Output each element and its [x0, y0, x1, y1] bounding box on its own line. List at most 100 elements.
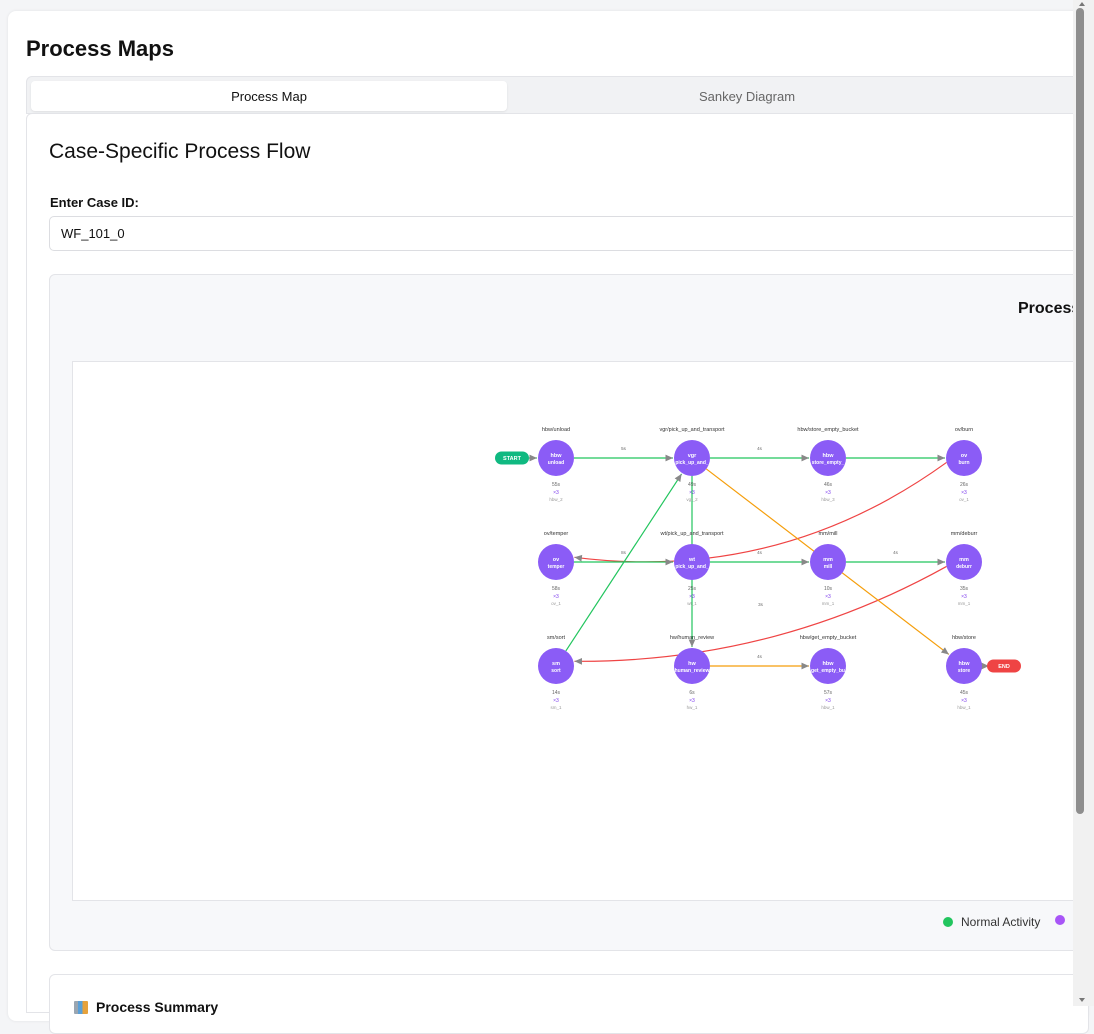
start-node-label: START	[503, 456, 522, 462]
node-activity-short: sort	[551, 668, 561, 674]
node-activity-label: hw/human_review	[670, 635, 714, 641]
node-activity-label: mm/deburr	[951, 531, 978, 537]
node-count: ×3	[961, 594, 967, 600]
scroll-up-arrow-icon[interactable]	[1079, 2, 1085, 6]
node-resource-type: hbw	[959, 661, 971, 667]
scrollbar-thumb[interactable]	[1076, 8, 1084, 814]
node-count: ×3	[825, 490, 831, 496]
node-duration: 25s	[688, 586, 697, 592]
edge-label: 4s	[757, 550, 763, 555]
legend-normal-activity: Normal Activity	[943, 915, 1040, 929]
node-ov_burn[interactable]: ov/burn ovburn 26s ×3ov_1	[946, 427, 982, 502]
start-node: START	[495, 451, 529, 465]
node-hbw_get_empty[interactable]: hbw/get_empty_buckethbwget_empty_bu 57s ×3…	[800, 635, 857, 710]
node-activity-short: store	[958, 668, 970, 674]
node-count: ×3	[689, 698, 695, 704]
bar-chart-icon	[74, 1000, 88, 1014]
node-resource-id: hbw_1	[957, 705, 971, 710]
node-activity-short: deburr	[956, 564, 972, 570]
node-resource-id: hbw_3	[821, 497, 835, 502]
edges-layer: 5s4s8s4s4s3s4s4s	[529, 446, 989, 670]
node-resource-type: sm	[552, 661, 560, 667]
edge-label: 4s	[757, 654, 763, 659]
node-resource-type: ov	[553, 557, 560, 563]
node-activity-short: store_empty_	[812, 460, 845, 466]
scroll-down-arrow-icon[interactable]	[1079, 998, 1085, 1002]
end-node-label: END	[998, 664, 1010, 670]
process-graph[interactable]: 5s4s8s4s4s3s4s4s hbw/unloadhbwunload55s×…	[72, 361, 1073, 900]
node-resource-type: mm	[823, 557, 833, 563]
node-activity-label: mm/mill	[819, 531, 838, 537]
case-id-input[interactable]	[49, 216, 1089, 251]
node-duration: 49s	[688, 482, 697, 488]
legend-dot-green	[943, 917, 953, 927]
node-resource-id: mm_1	[958, 601, 971, 606]
section-title: Case-Specific Process Flow	[49, 140, 311, 163]
node-count: ×3	[689, 594, 695, 600]
node-resource-id: hw_1	[687, 705, 698, 710]
node-duration: 46s	[824, 482, 833, 488]
node-resource-type: hbw	[823, 453, 835, 459]
process-map-title: Process	[1018, 300, 1081, 317]
node-duration: 10s	[824, 586, 833, 592]
node-count: ×3	[553, 698, 559, 704]
edge-label: 4s	[893, 550, 899, 555]
node-activity-short: mill	[824, 564, 833, 570]
node-count: ×3	[553, 594, 559, 600]
edge-mm_deburr-sm_sort	[574, 565, 947, 665]
node-activity-short: burn	[958, 460, 969, 466]
node-activity-label: vgr/pick_up_and_transport	[659, 427, 725, 433]
node-resource-type: vgr	[688, 453, 697, 459]
tab-process-map[interactable]: Process Map	[31, 81, 507, 111]
node-count: ×3	[825, 594, 831, 600]
page-title: Process Maps	[26, 36, 174, 61]
edge-label: 3s	[758, 602, 764, 607]
edge-ov_burn-ov_temper	[574, 461, 947, 563]
node-resource-type: mm	[959, 557, 969, 563]
node-ov_temper[interactable]: ov/temper ovtemper 58s ×3ov_1	[538, 531, 574, 606]
node-vgr_pick[interactable]: vgr/pick_up_and_transportvgrpick_up_and_…	[659, 427, 725, 502]
node-activity-short: unload	[548, 460, 564, 466]
tab-sankey-diagram[interactable]: Sankey Diagram	[509, 81, 985, 111]
node-activity-label: hbw/unload	[542, 427, 570, 433]
node-duration: 57s	[824, 690, 833, 696]
edge-label: 4s	[757, 446, 763, 451]
tab-bar: Process Map Sankey Diagram	[26, 76, 1086, 114]
node-resource-id: hbw_1	[821, 705, 835, 710]
node-resource-id: sm_1	[550, 705, 562, 710]
node-activity-label: ov/temper	[544, 531, 569, 537]
node-count: ×3	[825, 698, 831, 704]
node-count: ×3	[961, 698, 967, 704]
node-mm_mill[interactable]: mm/mill mmmill 10s ×3mm_1	[810, 531, 846, 606]
node-resource-type: hbw	[551, 453, 563, 459]
legend-item-purple	[1055, 915, 1073, 925]
node-resource-type: hbw	[823, 661, 835, 667]
legend-label: Normal Activity	[961, 915, 1041, 929]
node-activity-label: sm/sort	[547, 635, 566, 641]
node-hbw_store_empty[interactable]: hbw/store_empty_buckethbwstore_empty_ 46s…	[797, 427, 859, 502]
node-resource-id: hbw_2	[549, 497, 563, 502]
edge-label: 5s	[621, 446, 627, 451]
end-node: END	[987, 659, 1021, 673]
node-mm_deburr[interactable]: mm/deburr mmdeburr 35s ×3mm_1	[946, 531, 982, 606]
case-id-label: Enter Case ID:	[50, 195, 139, 210]
process-summary-title: Process Summary	[74, 999, 218, 1015]
node-count: ×3	[553, 490, 559, 496]
node-count: ×3	[961, 490, 967, 496]
node-activity-short: pick_up_and_	[675, 564, 709, 570]
node-duration: 14s	[552, 690, 561, 696]
node-resource-id: wt_1	[687, 601, 697, 606]
node-activity-label: wt/pick_up_and_transport	[660, 531, 724, 537]
node-resource-id: mm_1	[822, 601, 835, 606]
node-activity-short: temper	[548, 564, 565, 570]
node-count: ×3	[689, 490, 695, 496]
node-duration: 58s	[552, 586, 561, 592]
node-activity-short: get_empty_bu	[811, 668, 845, 674]
node-duration: 26s	[960, 482, 969, 488]
node-resource-id: vgr_2	[686, 497, 698, 502]
node-hbw_unload[interactable]: hbw/unload hbwunload 55s ×3hbw_2	[538, 427, 574, 502]
node-hbw_store[interactable]: hbw/store hbwstore 45s ×3hbw_1	[946, 635, 982, 710]
node-duration: 6s	[689, 690, 695, 696]
node-duration: 35s	[960, 586, 969, 592]
edge-label: 8s	[621, 550, 627, 555]
